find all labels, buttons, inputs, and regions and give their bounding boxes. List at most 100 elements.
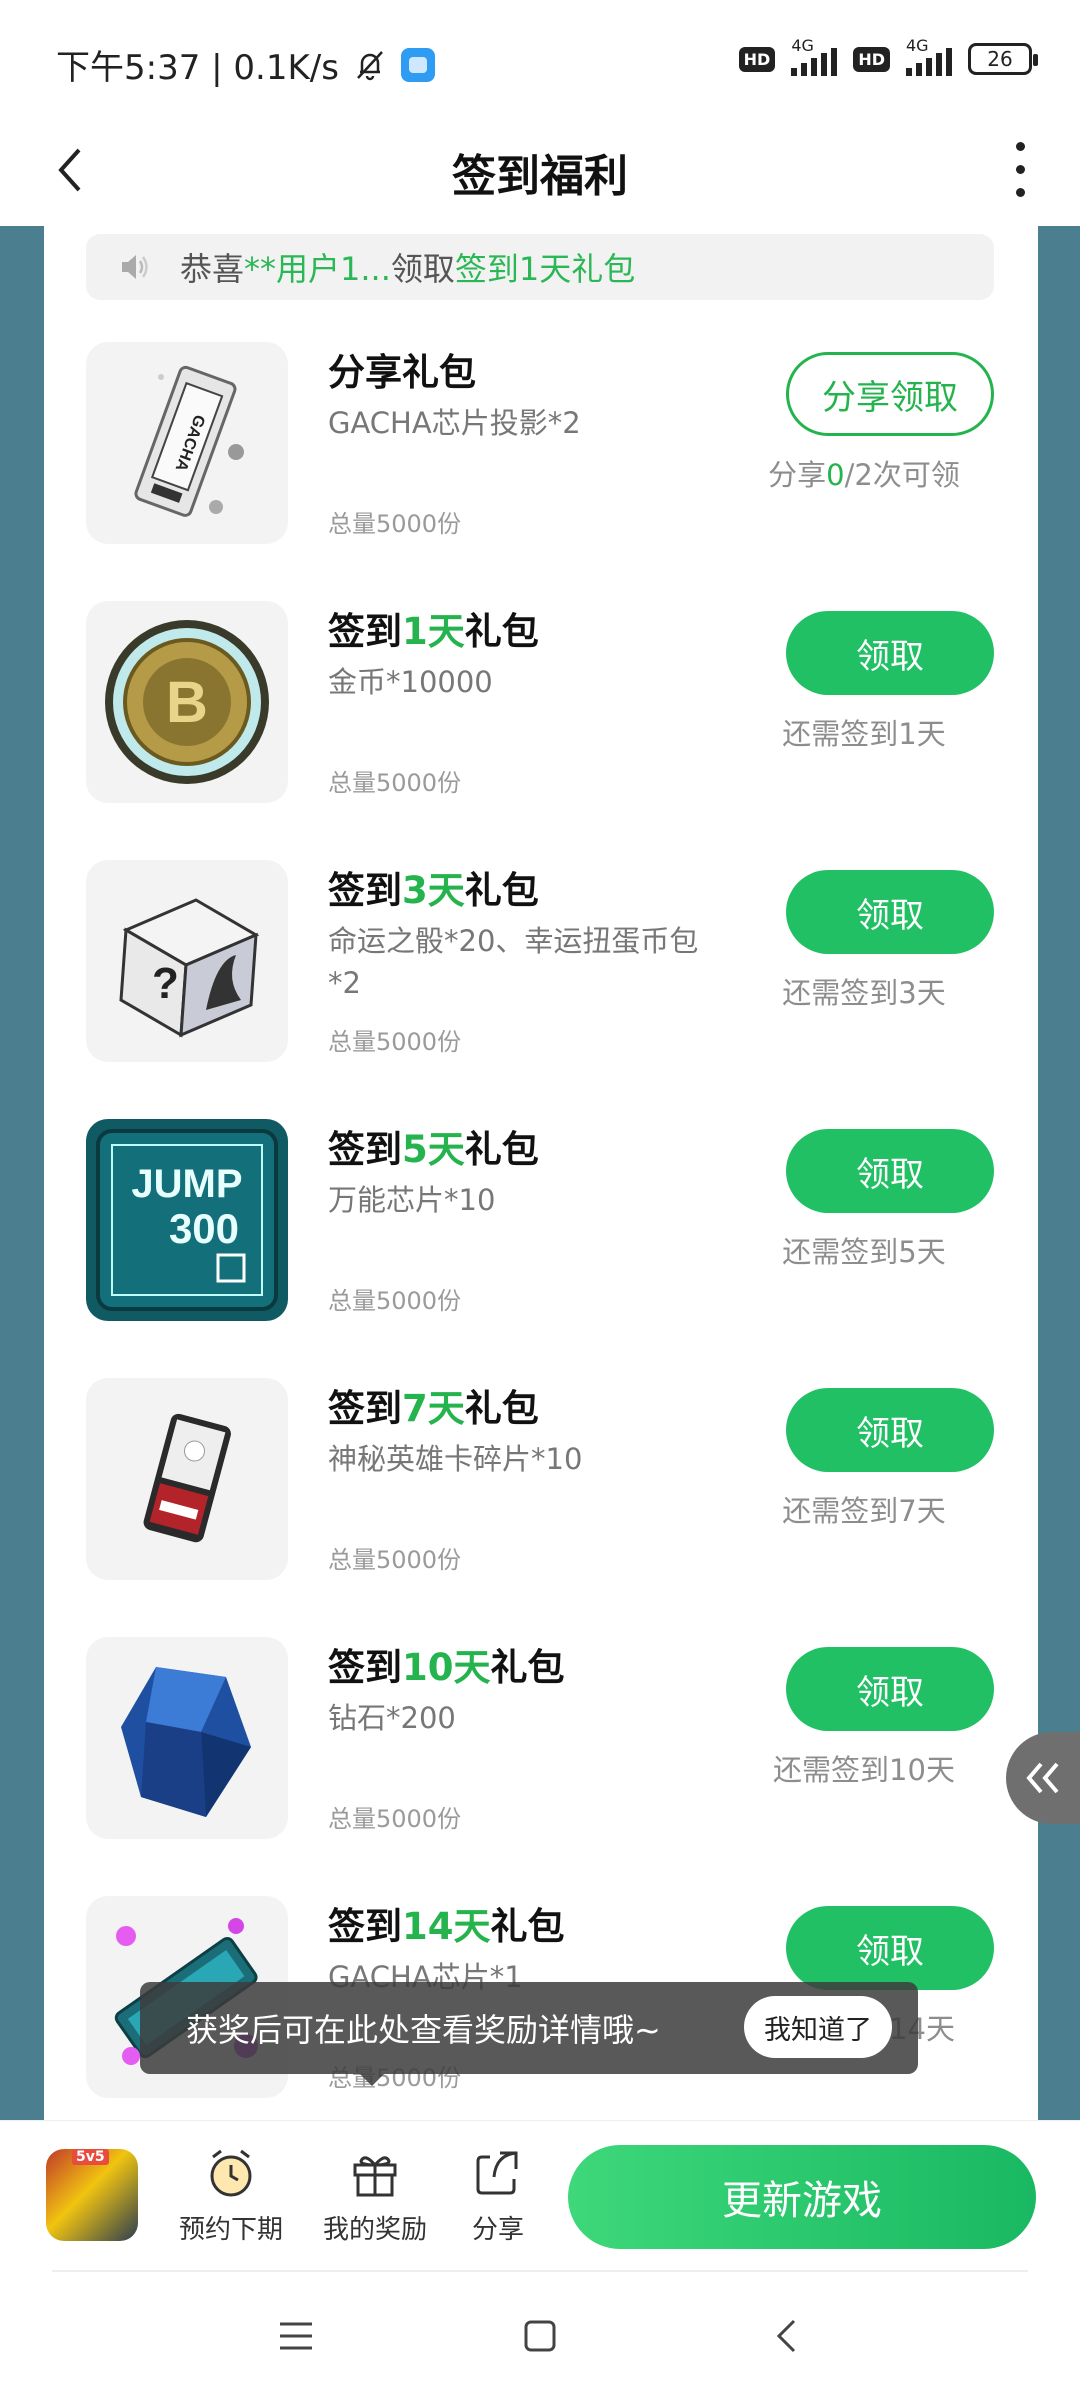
notice-middle: 领取: [390, 250, 455, 288]
claim-button[interactable]: 领取: [786, 1647, 994, 1731]
gift-total: 总量5000份: [328, 1028, 462, 1056]
tooltip-text: 获奖后可在此处查看奖励详情哦~: [186, 2011, 661, 2049]
back-nav-button[interactable]: [754, 2304, 818, 2368]
title-pre: 签到: [328, 869, 402, 912]
rewards-card[interactable]: 恭喜 **用户1... 领取 签到1天礼包 GACHA 分享礼包 GACHA芯片投影*…: [44, 226, 1038, 2120]
app-notification-icon: [400, 47, 435, 82]
notice-user: **用户1...: [244, 250, 391, 288]
svg-text:?: ?: [152, 959, 179, 1008]
gift-total: 总量5000份: [328, 769, 462, 797]
gift-hint: 还需签到10天: [773, 1753, 955, 1787]
hd-badge: HD: [853, 46, 890, 72]
gift-total: 总量5000份: [328, 1546, 462, 1574]
rewards-label: 我的奖励: [322, 2215, 427, 2245]
winner-notice: 恭喜 **用户1... 领取 签到1天礼包: [86, 234, 994, 300]
gift-title: 签到14天礼包: [328, 1896, 565, 1950]
claim-button[interactable]: 领取: [786, 1388, 994, 1472]
title-post: 礼包: [464, 610, 539, 653]
share-icon: [476, 2151, 518, 2195]
gacha-chip-projection-image: GACHA: [86, 342, 288, 544]
gift-title: 签到1天礼包: [328, 601, 539, 655]
gift-item-day-10: 签到10天礼包 钻石*200 总量5000份 领取 还需签到10天: [86, 1637, 994, 1847]
back-triangle-icon: [776, 2319, 796, 2353]
claim-button[interactable]: 领取: [786, 1129, 994, 1213]
chip-text-jump: JUMP: [131, 1162, 242, 1206]
share-label: 分享: [471, 2215, 524, 2245]
reserve-label: 预约下期: [178, 2215, 283, 2245]
gift-title: 签到7天礼包: [328, 1378, 539, 1432]
status-right: HD 4G HD 4G 26: [738, 36, 1038, 76]
gift-total: 总量5000份: [328, 1287, 462, 1315]
gift-hint: 还需签到1天: [782, 717, 946, 751]
hint-pre: 分享: [768, 458, 827, 492]
status-time-speed: 下午5:37 | 0.1K/s: [56, 48, 339, 88]
gift-hint: 还需签到3天: [782, 976, 946, 1010]
notice-prefix: 恭喜: [180, 250, 245, 288]
title-num: 5天: [402, 1128, 465, 1171]
gift-item-day-3: ? 签到3天礼包 命运之骰*20、幸运扭蛋币包*2 总量5000份 领取 还需签…: [86, 860, 994, 1070]
gift-box-icon: [353, 2156, 397, 2197]
title-pre: 签到: [328, 1128, 402, 1171]
gift-title: 分享礼包: [328, 342, 476, 396]
title-post: 礼包: [464, 869, 539, 912]
svg-text:B: B: [166, 670, 208, 735]
menu-nav-button[interactable]: [264, 2304, 328, 2368]
system-nav-bar: [0, 2272, 1080, 2400]
title-post: 礼包: [490, 1905, 565, 1948]
title-post: 礼包: [464, 1128, 539, 1171]
title-pre: 签到: [328, 610, 402, 653]
home-square-icon: [524, 2320, 556, 2352]
gift-total: 总量5000份: [328, 510, 462, 538]
game-app-icon[interactable]: 5v5: [46, 2149, 138, 2241]
gift-item-day-1: B 签到1天礼包 金币*10000 总量5000份 领取 还需签到1天: [86, 601, 994, 811]
header: 签到福利: [0, 120, 1080, 226]
my-rewards-button[interactable]: 我的奖励: [320, 2145, 430, 2246]
update-game-button[interactable]: 更新游戏: [568, 2145, 1036, 2249]
gift-desc: 金币*10000: [328, 665, 493, 699]
status-left: 下午5:37 | 0.1K/s: [56, 40, 435, 89]
notice-gift: 签到1天礼包: [454, 250, 636, 288]
more-menu-button[interactable]: [990, 134, 1050, 204]
title-num: 10天: [402, 1646, 491, 1689]
share-claim-button[interactable]: 分享领取: [786, 352, 994, 436]
dot-icon: [1015, 141, 1025, 151]
hero-card-fragment-image: [86, 1378, 288, 1580]
speaker-icon: [122, 255, 148, 279]
claim-button[interactable]: 领取: [786, 1906, 994, 1990]
rewards-tooltip: 获奖后可在此处查看奖励详情哦~ 我知道了: [140, 1982, 918, 2074]
gift-desc: GACHA芯片投影*2: [328, 406, 581, 440]
gift-item-share: GACHA 分享礼包 GACHA芯片投影*2 总量5000份 分享领取 分享0/…: [86, 342, 994, 552]
title-num: 1天: [402, 610, 465, 653]
bottom-bar: 5v5 预约下期 我的奖励 分享 更新游戏: [0, 2120, 1080, 2270]
title-pre: 签到: [328, 1387, 402, 1430]
claim-button[interactable]: 领取: [786, 870, 994, 954]
gift-title: 签到3天礼包: [328, 860, 539, 914]
chip-text-300: 300: [169, 1205, 239, 1252]
gift-desc: 万能芯片*10: [328, 1183, 496, 1217]
reserve-next-button[interactable]: 预约下期: [176, 2145, 286, 2246]
gift-title: 签到10天礼包: [328, 1637, 565, 1691]
hint-num: 0: [826, 458, 845, 492]
title-pre: 签到: [328, 1646, 402, 1689]
game-badge: 5v5: [72, 2149, 109, 2165]
title-num: 7天: [402, 1387, 465, 1430]
gift-total: 总量5000份: [328, 1805, 462, 1833]
dot-icon: [1015, 187, 1025, 197]
tooltip-dismiss-button[interactable]: 我知道了: [744, 1996, 892, 2058]
gift-desc: 钻石*200: [328, 1701, 456, 1735]
gift-item-day-5: JUMP 300 签到5天礼包 万能芯片*10 总量5000份 领取 还需签到5天: [86, 1119, 994, 1329]
gift-title-text: 分享礼包: [328, 351, 476, 394]
tooltip-arrow: [360, 2074, 384, 2086]
menu-icon: [280, 2322, 312, 2350]
alarm-clock-icon: [210, 2149, 252, 2197]
share-button[interactable]: 分享: [443, 2145, 553, 2246]
gift-desc: 神秘英雄卡碎片*10: [328, 1442, 583, 1476]
gift-hint: 还需签到5天: [782, 1235, 946, 1269]
gold-coin-image: B: [86, 601, 288, 803]
gift-hint: 还需签到7天: [782, 1494, 946, 1528]
home-nav-button[interactable]: [508, 2304, 572, 2368]
double-chevron-left-icon: [1026, 1762, 1059, 1794]
battery-icon: 26: [968, 43, 1038, 75]
jump-300-chip-image: JUMP 300: [86, 1119, 288, 1321]
claim-button[interactable]: 领取: [786, 611, 994, 695]
